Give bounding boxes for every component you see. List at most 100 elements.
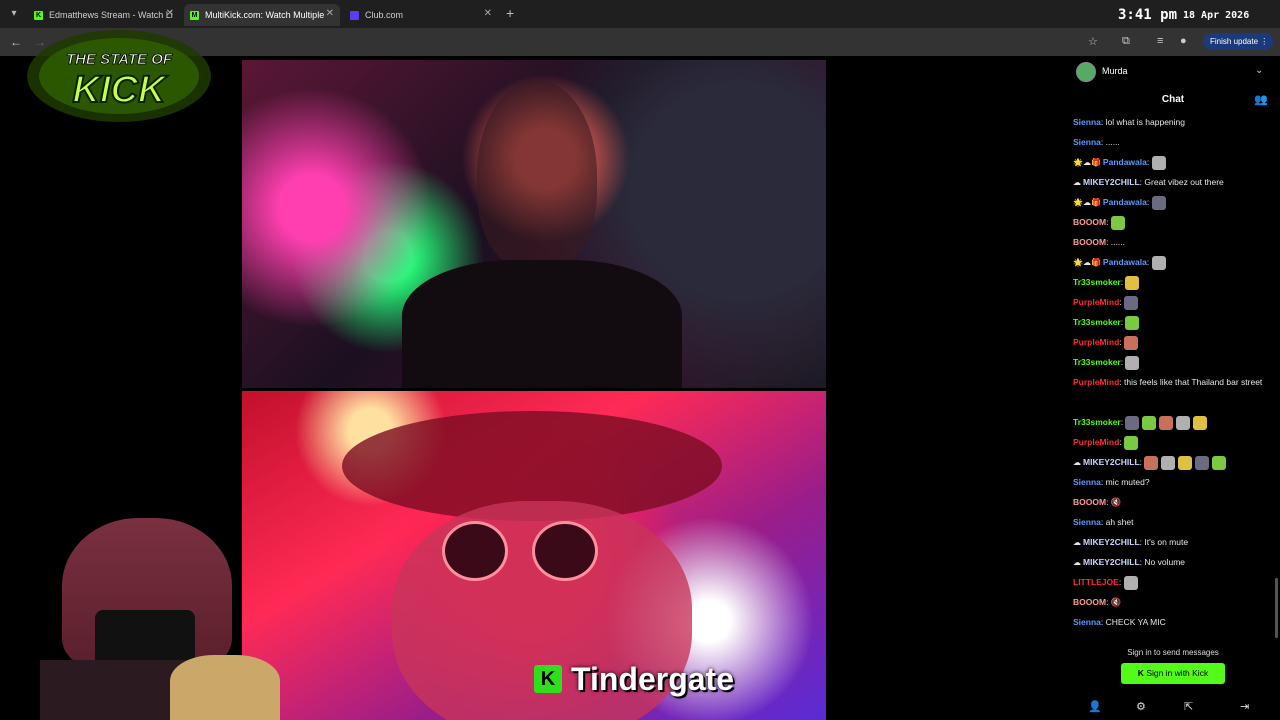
chat-username[interactable]: Pandawala: [1103, 157, 1147, 167]
separator: :: [1146, 257, 1152, 267]
new-tab-button[interactable]: +: [506, 5, 514, 21]
chat-message: 🌟☁🎁 Pandawala:: [1073, 152, 1273, 172]
chat-message: LITTLEJOE:: [1073, 572, 1273, 592]
profile-avatar-icon[interactable]: ●: [1180, 35, 1187, 47]
close-icon[interactable]: ✕: [166, 8, 174, 19]
popout-icon[interactable]: ⇱: [1184, 700, 1193, 713]
emote-icon: [1176, 415, 1191, 430]
chat-username[interactable]: Pandawala: [1103, 257, 1147, 267]
chat-message: ☁ MIKEY2CHILL: It's on mute: [1073, 532, 1273, 552]
chat-message: Tr33smoker:: [1073, 312, 1273, 332]
back-icon[interactable]: ←: [10, 35, 22, 49]
chat-username[interactable]: BOOOM: [1073, 217, 1106, 227]
chevron-down-icon[interactable]: ⌄: [1255, 65, 1263, 76]
sunglasses-right-lens: [532, 521, 598, 581]
chat-username[interactable]: PurpleMind: [1073, 377, 1119, 387]
chat-username[interactable]: MIKEY2CHILL: [1083, 537, 1140, 547]
chat-scrollbar[interactable]: [1275, 578, 1278, 638]
chat-message: 🌟☁🎁 Pandawala:: [1073, 252, 1273, 272]
chat-username[interactable]: Tr33smoker: [1073, 357, 1121, 367]
chat-message-list[interactable]: Sienna: lol what is happening Sienna: ...…: [1073, 112, 1273, 632]
chat-message: Sienna: lol what is happening: [1073, 112, 1273, 132]
users-icon[interactable]: 👥: [1254, 93, 1268, 106]
user-badges: ☁: [1073, 458, 1081, 467]
webcam-overlay: [40, 510, 280, 720]
caption-text: Tindergate: [571, 660, 734, 697]
state-of-kick-logo: THE STATE OF KICK: [27, 30, 211, 122]
signin-with-kick-button[interactable]: K Sign in with Kick: [1121, 663, 1225, 684]
chat-text: this feels like that Thailand bar street: [1124, 377, 1263, 387]
chat-text: CHECK YA MIC: [1105, 617, 1166, 627]
chat-message: BOOOM: 🔇: [1073, 492, 1273, 512]
chat-username[interactable]: Sienna: [1073, 517, 1101, 527]
chat-username[interactable]: BOOOM: [1073, 237, 1106, 247]
user-badges: ☁: [1073, 538, 1081, 547]
chat-username[interactable]: MIKEY2CHILL: [1083, 457, 1140, 467]
chat-message: Sienna: mic muted?: [1073, 472, 1273, 492]
signin-prompt: Sign in to send messages: [1127, 648, 1219, 657]
signin-button-label: Sign in with Kick: [1146, 668, 1209, 678]
emote-icon: [1151, 255, 1166, 270]
tab-title: MultiKick.com: Watch Multiple: [205, 10, 325, 20]
chat-text: ah shet: [1105, 517, 1134, 527]
close-icon[interactable]: ✕: [484, 8, 492, 19]
chat-message: ☁ MIKEY2CHILL: No volume: [1073, 552, 1273, 572]
chat-message: Sienna: ah shet: [1073, 512, 1273, 532]
chat-text: 🔇: [1110, 597, 1122, 607]
add-friend-icon[interactable]: 👤: [1088, 700, 1102, 713]
emote-icon: [1195, 455, 1210, 470]
clock-date: 18 Apr 2026: [1183, 10, 1250, 21]
chat-message: 🌟☁🎁 Pandawala:: [1073, 192, 1273, 212]
chat-username[interactable]: PurpleMind: [1073, 437, 1119, 447]
chat-message: Sienna: CHECK YA MIC: [1073, 612, 1273, 632]
emote-icon: [1125, 355, 1140, 370]
finish-update-button[interactable]: Finish update ⋮: [1203, 33, 1273, 50]
chat-username[interactable]: PurpleMind: [1073, 337, 1119, 347]
chat-username[interactable]: LITTLEJOE: [1073, 577, 1119, 587]
chat-username[interactable]: Pandawala: [1103, 197, 1147, 207]
chat-username[interactable]: PurpleMind: [1073, 297, 1119, 307]
close-icon[interactable]: ✕: [326, 8, 334, 19]
chat-username[interactable]: MIKEY2CHILL: [1083, 177, 1140, 187]
settings-gear-icon[interactable]: ⚙: [1136, 700, 1146, 713]
tab-search-button[interactable]: ▾: [6, 6, 22, 22]
chat-username[interactable]: BOOOM: [1073, 597, 1106, 607]
extensions-icon[interactable]: ⧉: [1122, 35, 1130, 48]
chat-username[interactable]: Sienna: [1073, 137, 1101, 147]
emote-icon: [1144, 455, 1159, 470]
chat-text: ......: [1105, 137, 1120, 147]
emote-icon: [1110, 215, 1125, 230]
separator: :: [1146, 157, 1152, 167]
stream-video-top[interactable]: [242, 60, 826, 388]
chat-username[interactable]: MIKEY2CHILL: [1083, 557, 1140, 567]
chat-username[interactable]: BOOOM: [1073, 497, 1106, 507]
chat-username[interactable]: Sienna: [1073, 477, 1101, 487]
chat-text: Great vibez out there: [1144, 177, 1224, 187]
streamer-hair: [170, 655, 280, 720]
chat-username[interactable]: Tr33smoker: [1073, 277, 1121, 287]
emote-icon: [1151, 195, 1166, 210]
chat-username[interactable]: Sienna: [1073, 117, 1101, 127]
chat-username[interactable]: Tr33smoker: [1073, 417, 1121, 427]
chat-text: No volume: [1144, 557, 1186, 567]
chat-message: BOOOM: ......: [1073, 232, 1273, 252]
chat-username[interactable]: Tr33smoker: [1073, 317, 1121, 327]
reading-list-icon[interactable]: ≡: [1157, 35, 1163, 47]
tab-club[interactable]: Club.com ✕: [344, 4, 498, 26]
emote-icon: [1142, 415, 1157, 430]
collapse-chat-icon[interactable]: ⇥: [1240, 700, 1249, 713]
logo-text-top: THE STATE OF: [66, 51, 173, 68]
chat-title: Chat: [1161, 94, 1185, 105]
emote-icon: [1124, 335, 1139, 350]
bookmark-star-icon[interactable]: ☆: [1088, 35, 1098, 48]
chat-username[interactable]: Sienna: [1073, 617, 1101, 627]
sunglasses-left-lens: [442, 521, 508, 581]
chat-message: PurpleMind:: [1073, 332, 1273, 352]
chat-text: lol what is happening: [1105, 117, 1185, 127]
tab-multikick[interactable]: M MultiKick.com: Watch Multiple ✕: [184, 4, 340, 26]
chat-text: ......: [1110, 237, 1125, 247]
channel-selector[interactable]: Murda ⌄: [1066, 58, 1280, 86]
tab-edmatthews[interactable]: K Edmatthews Stream - Watch Li ✕: [28, 4, 180, 26]
chat-message: Tr33smoker:: [1073, 352, 1273, 372]
streamer-body: [402, 260, 682, 388]
